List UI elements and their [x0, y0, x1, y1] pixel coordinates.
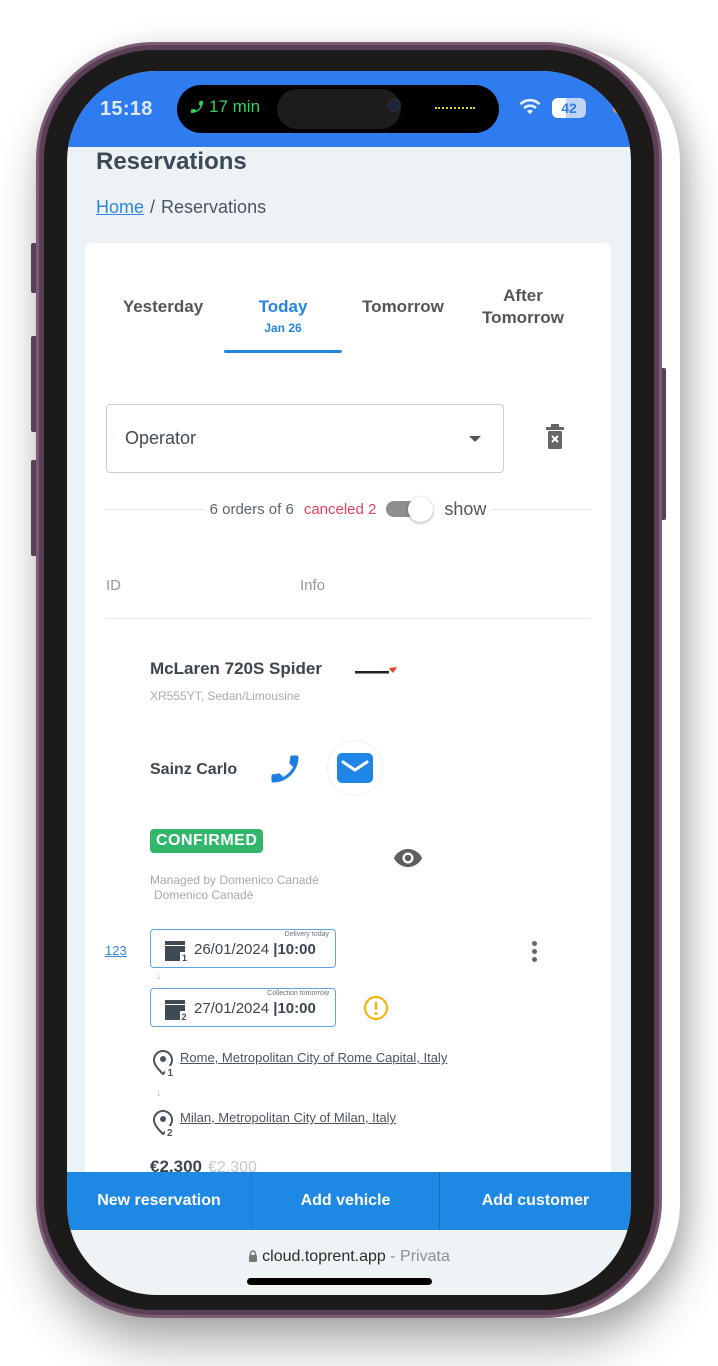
breadcrumb-separator: /	[150, 197, 156, 217]
location-pin-2-icon: 2	[152, 1109, 176, 1137]
svg-text:2: 2	[167, 1128, 173, 1137]
breadcrumb-current: Reservations	[161, 197, 267, 217]
svg-text:1: 1	[182, 953, 187, 961]
call-indicator: 17 min	[189, 97, 260, 117]
managed-by-text: Managed by Domenico Canadè	[150, 873, 319, 887]
warning-icon[interactable]	[363, 995, 389, 1021]
tab-yesterday[interactable]: Yesterday	[103, 283, 223, 353]
lock-icon	[249, 1250, 258, 1262]
status-bar: 15:18 17 min 42	[67, 71, 631, 147]
wifi-icon	[519, 98, 541, 115]
collection-date: 27/01/2024	[194, 1000, 270, 1017]
tab-label: Yesterday	[122, 297, 204, 316]
page-title: Reservations	[96, 148, 247, 175]
toggle-knob	[408, 497, 434, 522]
operator-placeholder: Operator	[125, 428, 197, 448]
vehicle-name: McLaren 720S Spider	[150, 659, 322, 678]
breadcrumb: Home / Reservations	[96, 197, 266, 218]
status-badge: CONFIRMED	[150, 829, 264, 853]
privacy-indicator-dot	[613, 106, 620, 113]
return-location-link[interactable]: Milan, Metropolitan City of Milan, Italy	[180, 1109, 396, 1137]
svg-text:2: 2	[182, 1012, 187, 1020]
new-reservation-button[interactable]: New reservation	[67, 1172, 252, 1230]
table-header-divider	[106, 618, 590, 619]
eye-icon[interactable]	[393, 848, 423, 868]
divider	[106, 508, 204, 510]
table-header: ID Info	[106, 577, 590, 594]
mclaren-logo-icon	[355, 667, 397, 674]
url-domain: cloud.toprent.app	[262, 1248, 386, 1265]
tab-label: After Tomorrow	[482, 286, 564, 327]
delivery-datetime: 26/01/2024 |10:00	[194, 941, 316, 958]
phone-icon[interactable]	[267, 751, 303, 787]
pickup-location: 1 Rome, Metropolitan City of Rome Capita…	[152, 1049, 452, 1077]
operator-select[interactable]: Operator	[106, 404, 504, 473]
add-customer-button[interactable]: Add customer	[440, 1172, 631, 1230]
delivery-time: 10:00	[277, 941, 316, 958]
return-location: 2 Milan, Metropolitan City of Milan, Ita…	[152, 1109, 396, 1137]
arrow-down-icon: ↓	[156, 1088, 161, 1099]
delivery-caption: Delivery today	[284, 931, 329, 938]
svg-text:1: 1	[168, 1068, 174, 1077]
audio-wave-icon	[435, 107, 475, 109]
calendar-2-icon: 2	[165, 1000, 189, 1020]
orders-summary: 6 orders of 6 canceled 2 show	[106, 497, 590, 522]
chevron-down-icon	[469, 436, 481, 442]
island-sensor-area	[277, 89, 401, 129]
collection-date-box[interactable]: Collection tomorrow 2 27/01/2024 |10:00	[150, 988, 336, 1027]
show-label: show	[444, 498, 487, 519]
trash-x-icon[interactable]	[545, 424, 565, 450]
battery-level: 42	[561, 100, 577, 116]
arrow-down-icon: ↓	[156, 971, 161, 982]
browser-url-bar[interactable]: cloud.toprent.app - Privata	[67, 1230, 631, 1295]
column-header-info[interactable]: Info	[300, 577, 325, 594]
private-mode-label: - Privata	[390, 1248, 450, 1265]
summary-text: 6 orders of 6 canceled 2 show	[204, 497, 493, 522]
status-time: 15:18	[100, 98, 153, 120]
dynamic-island[interactable]: 17 min	[177, 85, 499, 133]
reservation-id-link[interactable]: 123	[105, 943, 127, 958]
tab-after-tomorrow[interactable]: After Tomorrow	[463, 283, 583, 353]
tab-tomorrow[interactable]: Tomorrow	[343, 283, 463, 353]
phone-call-icon	[191, 101, 203, 113]
tab-label: Today	[258, 297, 308, 316]
email-button[interactable]	[327, 740, 383, 796]
delivery-date: 26/01/2024	[194, 941, 270, 958]
bottom-action-bar: New reservation Add vehicle Add customer	[67, 1172, 631, 1230]
managed-by: Managed by Domenico Canadè Domenico Cana…	[150, 873, 319, 903]
managed-by-name: Domenico Canadè	[154, 888, 254, 902]
orders-count: 6 orders of 6	[209, 500, 294, 518]
reservations-card: Yesterday Today Jan 26 Tomorrow After Tom…	[85, 243, 611, 1243]
vehicle-plate-type: XR555YT, Sedan/Limousine	[150, 689, 301, 703]
home-indicator[interactable]	[247, 1278, 432, 1285]
show-canceled-toggle[interactable]	[386, 497, 434, 522]
day-tabs: Yesterday Today Jan 26 Tomorrow After Tom…	[103, 283, 593, 353]
calendar-1-icon: 1	[165, 941, 189, 961]
delivery-date-box[interactable]: Delivery today 1 26/01/2024 |10:00	[150, 929, 336, 968]
pickup-location-link[interactable]: Rome, Metropolitan City of Rome Capital,…	[180, 1049, 447, 1077]
more-vert-icon[interactable]	[529, 939, 539, 965]
tab-today[interactable]: Today Jan 26	[223, 283, 343, 353]
add-vehicle-button[interactable]: Add vehicle	[252, 1172, 440, 1230]
camera-icon	[387, 98, 401, 112]
tab-date: Jan 26	[264, 321, 302, 335]
location-pin-1-icon: 1	[152, 1049, 176, 1077]
collection-time: 10:00	[277, 1000, 316, 1017]
breadcrumb-home-link[interactable]: Home	[96, 197, 144, 217]
tab-label: Tomorrow	[362, 297, 444, 316]
divider	[492, 508, 590, 510]
url-display: cloud.toprent.app - Privata	[67, 1248, 631, 1266]
collection-datetime: 27/01/2024 |10:00	[194, 1000, 316, 1017]
mail-icon	[337, 753, 373, 783]
column-header-id[interactable]: ID	[106, 577, 121, 594]
customer-name[interactable]: Sainz Carlo	[150, 761, 237, 779]
collection-caption: Collection tomorrow	[267, 990, 329, 997]
battery-icon: 42	[552, 98, 586, 118]
call-duration: 17 min	[209, 97, 261, 116]
canceled-count: canceled 2	[303, 500, 377, 518]
phone-screen: 15:18 17 min 42 Reservations Home / Reserv…	[67, 71, 631, 1295]
